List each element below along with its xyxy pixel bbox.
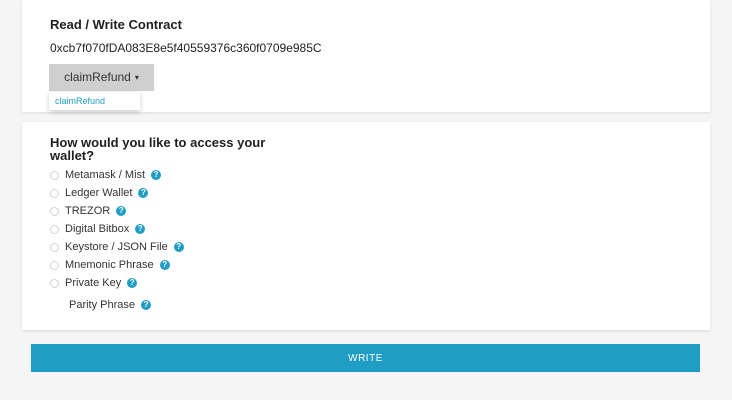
help-icon[interactable]: ? (141, 300, 152, 310)
help-icon[interactable]: ? (116, 206, 127, 216)
radio-button[interactable] (50, 278, 59, 288)
option-label: Keystore / JSON File (65, 241, 168, 253)
option-label: Ledger Wallet (65, 187, 133, 199)
option-mnemonic-phrase[interactable]: Mnemonic Phrase ? (50, 257, 170, 273)
help-icon[interactable]: ? (127, 278, 138, 288)
option-parity-phrase[interactable]: Parity Phrase ? (69, 297, 152, 313)
option-keystore-json[interactable]: Keystore / JSON File ? (50, 239, 184, 255)
option-label: Private Key (65, 277, 122, 289)
contract-title: Read / Write Contract (50, 17, 182, 32)
contract-address: 0xcb7f070fDA083E8e5f40559376c360f0709e98… (50, 41, 322, 55)
help-icon[interactable]: ? (138, 188, 149, 198)
option-label: Mnemonic Phrase (65, 259, 154, 271)
radio-button[interactable] (50, 188, 59, 198)
write-button[interactable]: WRITE (31, 344, 700, 372)
radio-button[interactable] (50, 224, 59, 234)
dropdown-menu-item-claim-refund[interactable]: claimRefund (49, 92, 140, 110)
option-label: Digital Bitbox (65, 223, 130, 235)
access-title: How would you like to access your wallet… (50, 135, 266, 163)
radio-button[interactable] (50, 260, 59, 270)
function-dropdown-button[interactable]: claimRefund ▾ (49, 64, 154, 91)
selected-function-label: claimRefund (64, 70, 131, 84)
option-label: Metamask / Mist (65, 169, 146, 181)
radio-button[interactable] (50, 206, 59, 216)
radio-button[interactable] (50, 242, 59, 252)
option-label: TREZOR (65, 205, 111, 217)
help-icon[interactable]: ? (159, 260, 170, 270)
option-ledger-wallet[interactable]: Ledger Wallet ? (50, 185, 149, 201)
option-private-key[interactable]: Private Key ? (50, 275, 138, 291)
access-wallet-panel: How would you like to access your wallet… (22, 122, 710, 330)
radio-button[interactable] (50, 170, 59, 180)
help-icon[interactable]: ? (151, 170, 162, 180)
contract-panel: Read / Write Contract 0xcb7f070fDA083E8e… (22, 0, 710, 112)
help-icon[interactable]: ? (135, 224, 146, 234)
help-icon[interactable]: ? (173, 242, 184, 252)
option-trezor[interactable]: TREZOR ? (50, 203, 127, 219)
option-label: Parity Phrase (69, 299, 136, 311)
option-metamask[interactable]: Metamask / Mist ? (50, 167, 162, 183)
caret-down-icon: ▾ (134, 73, 139, 82)
option-digital-bitbox[interactable]: Digital Bitbox ? (50, 221, 146, 237)
